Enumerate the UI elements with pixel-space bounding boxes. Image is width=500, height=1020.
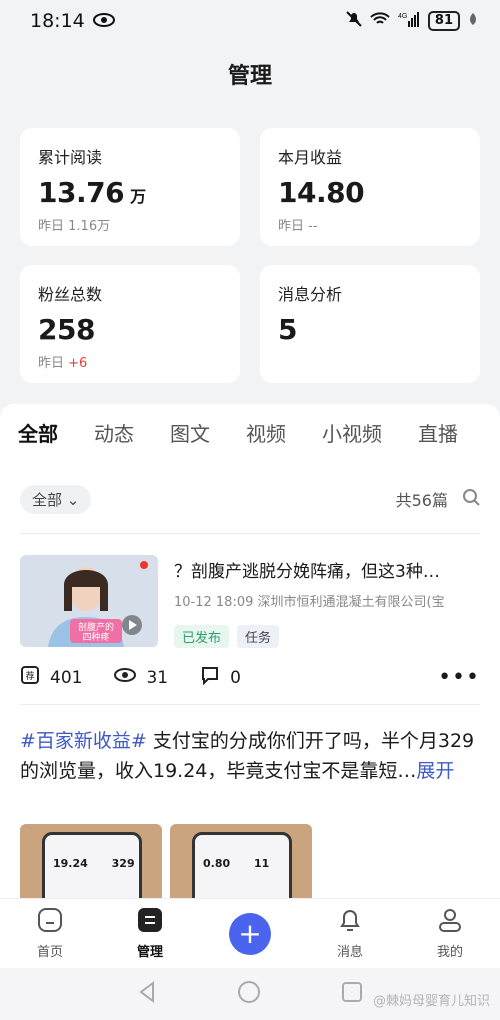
- recommend-icon: 荐: [20, 665, 40, 690]
- svg-text:荐: 荐: [25, 671, 34, 682]
- thumb-overlay-text: 剖腹产的: [78, 621, 114, 633]
- content-panel: 全部 动态 图文 视频 小视频 直播 全部 ⌄ 共56篇 剖腹产的 四种疼 ？剖…: [0, 404, 500, 898]
- search-icon[interactable]: [462, 488, 480, 510]
- card-value: 258: [38, 313, 95, 346]
- post-count: 共56篇: [395, 491, 448, 510]
- card-value: 13.76 万: [38, 176, 146, 209]
- tab-short-video[interactable]: 小视频: [322, 418, 382, 458]
- nav-publish[interactable]: +: [210, 912, 290, 955]
- card-followers[interactable]: 粉丝总数 258 昨日 +6: [20, 265, 240, 383]
- wifi-icon: [370, 12, 390, 30]
- post-thumbnail[interactable]: 剖腹产的 四种疼: [20, 555, 158, 647]
- filter-dropdown[interactable]: 全部 ⌄: [20, 484, 92, 514]
- status-badge: 已发布: [174, 625, 230, 648]
- dynamic-post-text[interactable]: #百家新收益# 支付宝的分成你们开了吗，半个月329的浏览量，收入19.24，毕…: [20, 726, 480, 786]
- expand-link[interactable]: 展开: [416, 760, 454, 782]
- post-title[interactable]: ？剖腹产逃脱分娩阵痛，但这3种…: [174, 557, 480, 582]
- tab-dynamic[interactable]: 动态: [94, 418, 134, 458]
- watermark: @棘妈母婴育儿知识: [372, 994, 490, 1009]
- status-bar: 18:14 4G 81: [0, 0, 500, 42]
- post-meta: 10-12 18:09 深圳市恒利通混凝土有限公司(宝: [174, 595, 445, 610]
- comments-stat[interactable]: 0: [200, 665, 241, 690]
- recents-icon[interactable]: [341, 981, 363, 1007]
- views-stat: 31: [114, 667, 168, 688]
- nav-manage[interactable]: 管理: [110, 907, 190, 960]
- nav-messages[interactable]: 消息: [310, 907, 390, 960]
- card-label: 粉丝总数: [38, 285, 103, 304]
- comment-icon: [200, 665, 220, 690]
- manage-icon: [137, 907, 163, 937]
- content-tabs: 全部 动态 图文 视频 小视频 直播: [18, 418, 500, 458]
- card-value: 14.80: [278, 176, 365, 209]
- card-label: 本月收益: [278, 148, 343, 167]
- divider: [20, 533, 480, 534]
- post-stats: 荐 401 31 0 •••: [20, 665, 480, 690]
- eye-icon: [114, 667, 137, 688]
- page-title: 管理: [227, 64, 272, 89]
- card-sub: 昨日 --: [278, 219, 318, 234]
- post-images: 19.24 329 0.80 11: [20, 824, 312, 898]
- tab-all[interactable]: 全部: [18, 418, 58, 458]
- battery-indicator: 81: [427, 11, 460, 31]
- card-sub: 昨日 1.16万: [38, 219, 111, 234]
- card-label: 累计阅读: [38, 148, 103, 167]
- eye-icon: [92, 10, 115, 32]
- tab-article[interactable]: 图文: [170, 418, 210, 458]
- status-time: 18:14: [30, 10, 85, 32]
- tab-live[interactable]: 直播: [418, 418, 458, 458]
- chevron-down-icon: ⌄: [66, 490, 80, 509]
- bottom-nav: 首页 管理 + 消息 我的: [0, 898, 500, 968]
- user-icon: [437, 907, 463, 937]
- signal-icon: 4G: [398, 11, 420, 31]
- task-badge: 任务: [237, 625, 280, 648]
- post-image[interactable]: 0.80 11: [170, 824, 312, 898]
- nav-home[interactable]: 首页: [10, 907, 90, 960]
- svg-text:四种疼: 四种疼: [82, 631, 109, 643]
- tab-video[interactable]: 视频: [246, 418, 286, 458]
- home-circle-icon[interactable]: [237, 980, 261, 1008]
- svg-text:4G: 4G: [398, 13, 407, 20]
- bell-icon: [337, 907, 363, 937]
- card-monthly-income[interactable]: 本月收益 14.80 昨日 --: [260, 128, 480, 246]
- nav-profile[interactable]: 我的: [410, 907, 490, 960]
- more-options-icon[interactable]: •••: [438, 665, 480, 690]
- post-image[interactable]: 19.24 329: [20, 824, 162, 898]
- post-item[interactable]: 剖腹产的 四种疼 ？剖腹产逃脱分娩阵痛，但这3种… 10-12 18:09 深圳…: [20, 555, 480, 705]
- mute-icon: [346, 11, 362, 31]
- card-sub: 昨日 +6: [38, 356, 88, 371]
- home-icon: [37, 907, 63, 937]
- leaf-icon: [468, 12, 478, 30]
- card-value: 5: [278, 313, 297, 346]
- hashtag-link[interactable]: #百家新收益#: [20, 730, 147, 752]
- plus-icon: +: [229, 912, 271, 955]
- back-icon[interactable]: [137, 981, 157, 1007]
- filter-row: 全部 ⌄ 共56篇: [20, 484, 480, 514]
- post-tags: 已发布 任务: [174, 625, 280, 648]
- card-label: 消息分析: [278, 285, 343, 304]
- card-message-analysis[interactable]: 消息分析 5: [260, 265, 480, 383]
- divider: [20, 704, 480, 705]
- recommend-stat: 荐 401: [20, 665, 82, 690]
- card-total-reads[interactable]: 累计阅读 13.76 万 昨日 1.16万: [20, 128, 240, 246]
